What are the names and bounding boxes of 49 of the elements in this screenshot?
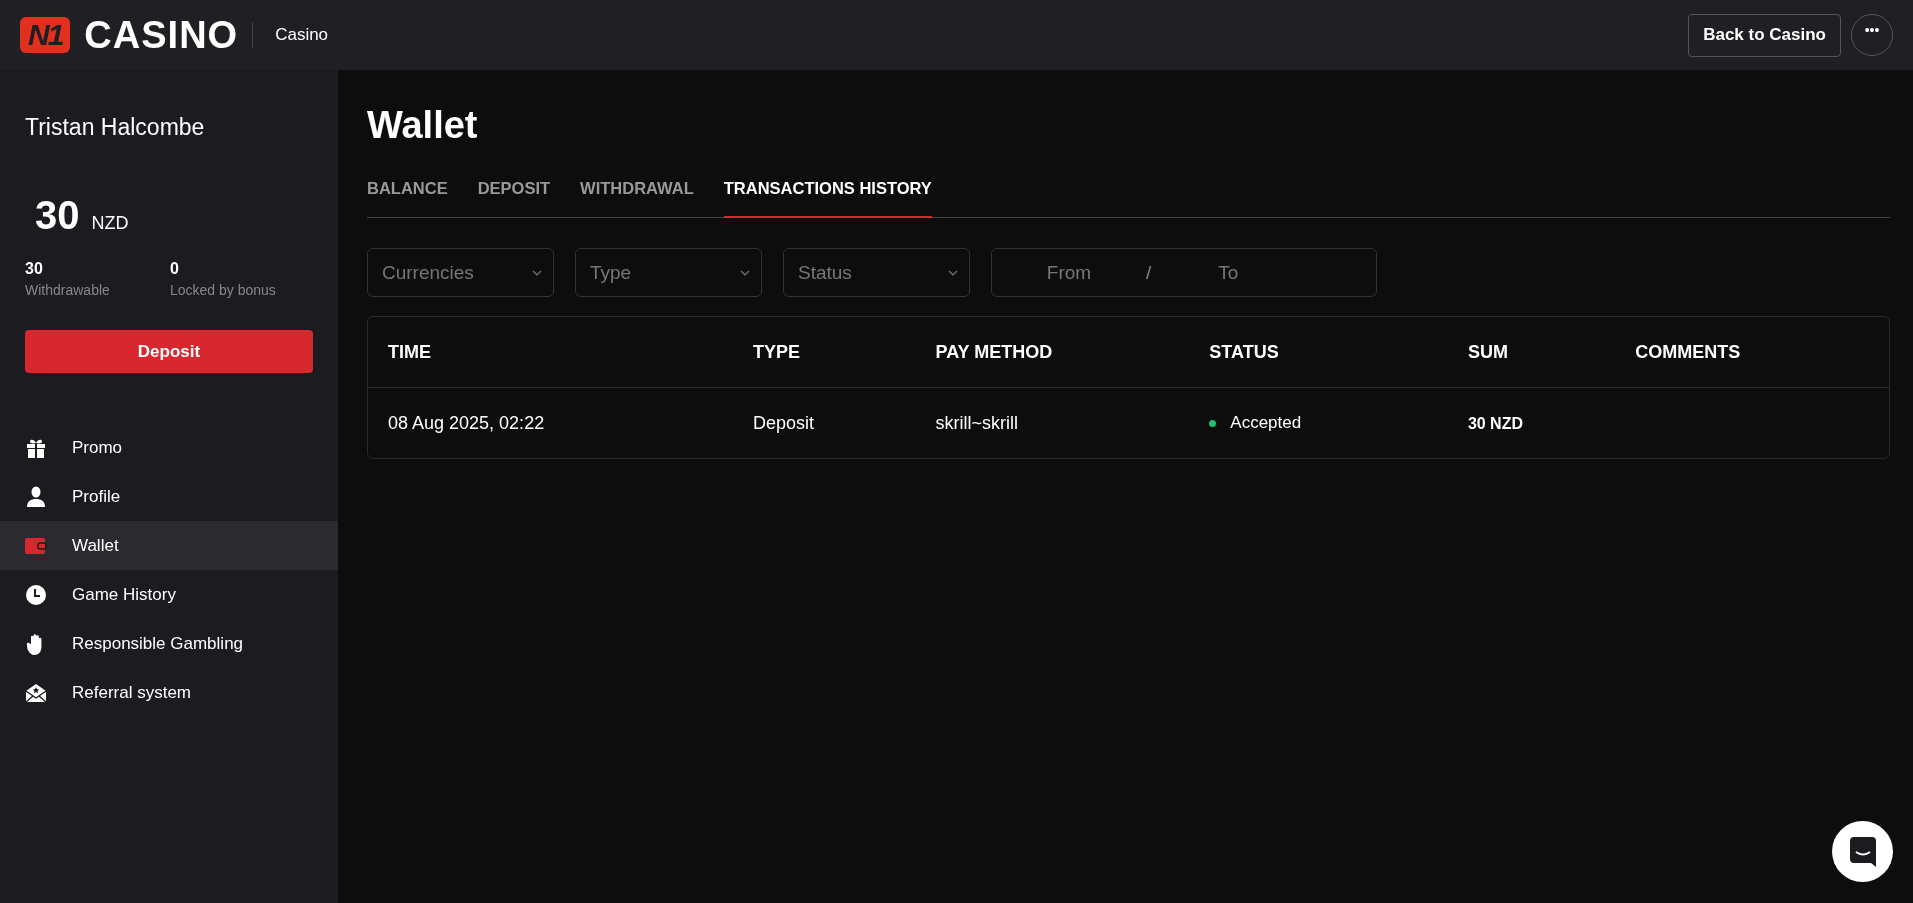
column-header: COMMENTS	[1615, 317, 1889, 388]
page-title: Wallet	[367, 104, 478, 147]
sidebar-item[interactable]: Promo	[0, 423, 338, 472]
chevron-down-icon	[740, 270, 750, 276]
chevron-down-icon	[532, 270, 542, 276]
wallet-icon	[25, 536, 47, 555]
sidebar-item[interactable]: Referral system	[0, 668, 338, 717]
sidebar-item[interactable]: Responsible Gambling	[0, 619, 338, 668]
logo-mark: N1	[20, 17, 71, 53]
column-header: SUM	[1447, 317, 1616, 388]
balance-currency: NZD	[91, 213, 129, 234]
filter-dropdown[interactable]: Status	[783, 248, 970, 297]
tab[interactable]: WITHDRAWAL	[580, 165, 694, 218]
column-header: STATUS	[1189, 317, 1448, 388]
sidebar-item[interactable]: Profile	[0, 472, 338, 521]
status-text: Accepted	[1230, 413, 1302, 433]
chat-bubble-icon	[1849, 836, 1876, 867]
table-cell-text: 08 Aug 2025, 02:22	[387, 411, 546, 435]
filter-dropdown[interactable]: Currencies	[367, 248, 554, 297]
sum-text: 30 NZD	[1467, 414, 1523, 432]
stat-label: Locked by bonus	[170, 282, 277, 298]
table-cell-text: Deposit	[752, 411, 816, 435]
tab[interactable]: DEPOSIT	[477, 165, 551, 218]
stat-value: 30	[25, 260, 44, 278]
balance-amount: 30	[35, 193, 80, 238]
filter-dropdown[interactable]: Type	[575, 248, 762, 297]
column-header: TYPE	[733, 317, 916, 388]
stat-label: Withdrawable	[25, 282, 111, 298]
deposit-button[interactable]: Deposit	[25, 330, 313, 373]
sidebar-item[interactable]: Game History	[0, 570, 338, 619]
chevron-down-icon	[948, 270, 958, 276]
tab[interactable]: TRANSACTIONS HISTORY	[723, 165, 932, 218]
section-title: Casino	[275, 25, 329, 45]
person-icon	[26, 485, 46, 508]
logo-wordmark: CASINO	[84, 13, 239, 57]
column-header: PAY METHOD	[915, 317, 1190, 388]
table-cell-text: skrill~skrill	[934, 411, 1020, 435]
sidebar-item[interactable]: Wallet	[0, 521, 338, 570]
envelope-icon	[25, 682, 47, 703]
column-header: TIME	[368, 317, 734, 388]
tab[interactable]: BALANCE	[367, 165, 448, 218]
stat-value: 0	[170, 260, 180, 278]
date-to-field[interactable]: To	[1151, 260, 1306, 285]
date-from-field[interactable]: From	[992, 260, 1146, 285]
clock-icon	[25, 583, 47, 606]
user-name: Tristan Halcombe	[25, 114, 206, 141]
back-to-casino-button[interactable]: Back to Casino	[1688, 13, 1841, 57]
chat-button[interactable]	[1832, 821, 1893, 882]
date-separator: /	[1146, 261, 1152, 284]
